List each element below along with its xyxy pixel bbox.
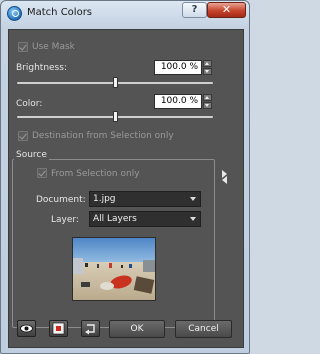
reset-icon xyxy=(85,324,95,335)
reset-button[interactable] xyxy=(81,320,100,337)
app-icon xyxy=(7,6,22,21)
color-label: Color: xyxy=(16,99,43,109)
brightness-spinner[interactable] xyxy=(203,60,212,75)
layer-value: All Layers xyxy=(93,214,137,224)
layer-dropdown[interactable]: All Layers xyxy=(89,211,201,227)
document-dropdown[interactable]: 1.jpg xyxy=(89,191,201,207)
collapse-arrow-icon[interactable] xyxy=(222,176,227,184)
brightness-input[interactable]: 100.0 % xyxy=(154,60,202,75)
brightness-down-arrow-icon[interactable] xyxy=(203,68,212,75)
use-mask-label: Use Mask xyxy=(32,42,75,52)
swap-colors-icon xyxy=(52,322,65,335)
source-preview-image xyxy=(72,237,156,301)
destination-selection-checkbox[interactable] xyxy=(18,131,28,141)
chevron-down-icon xyxy=(190,197,196,201)
dialog-body: Use Mask Brightness: 100.0 % Color: 100.… xyxy=(8,29,244,348)
title-bar: Match Colors ? ✕ xyxy=(1,1,249,27)
document-value: 1.jpg xyxy=(93,194,116,204)
destination-selection-label: Destination from Selection only xyxy=(32,131,174,141)
color-spinner[interactable] xyxy=(203,94,212,109)
preview-toggle-button[interactable] xyxy=(17,320,36,337)
help-button[interactable]: ? xyxy=(182,2,207,18)
brightness-up-arrow-icon[interactable] xyxy=(203,60,212,67)
close-button[interactable]: ✕ xyxy=(207,2,246,18)
color-slider-thumb[interactable] xyxy=(113,111,118,122)
compare-button[interactable] xyxy=(49,320,68,337)
color-input[interactable]: 100.0 % xyxy=(154,94,202,109)
eye-icon xyxy=(20,324,33,333)
cancel-button[interactable]: Cancel xyxy=(175,320,232,338)
window-title: Match Colors xyxy=(27,7,93,18)
color-up-arrow-icon[interactable] xyxy=(203,94,212,101)
brightness-slider-thumb[interactable] xyxy=(113,77,118,88)
source-group-title: Source xyxy=(14,150,49,160)
from-selection-checkbox[interactable] xyxy=(37,168,47,178)
from-selection-label: From Selection only xyxy=(51,169,140,179)
brightness-label: Brightness: xyxy=(16,63,67,73)
color-down-arrow-icon[interactable] xyxy=(203,102,212,109)
match-colors-dialog: Match Colors ? ✕ Use Mask Brightness: 10… xyxy=(0,0,250,354)
use-mask-checkbox[interactable] xyxy=(18,42,28,52)
document-label: Document: xyxy=(36,195,86,205)
ok-button[interactable]: OK xyxy=(109,320,165,338)
layer-label: Layer: xyxy=(51,215,79,225)
chevron-down-icon xyxy=(190,217,196,221)
beach-photo-thumbnail xyxy=(73,238,155,300)
